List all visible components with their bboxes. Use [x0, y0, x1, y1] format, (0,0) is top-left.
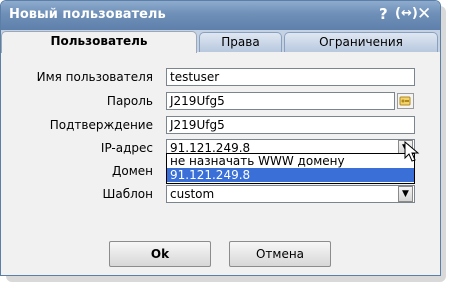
- dialog-title: Новый пользователь: [9, 7, 166, 22]
- confirm-label: Подтверждение: [49, 118, 153, 132]
- template-select[interactable]: custom: [166, 185, 415, 203]
- username-input[interactable]: testuser: [166, 68, 415, 86]
- password-input[interactable]: J219Ufg5: [166, 92, 395, 110]
- new-user-dialog: Новый пользователь ? (↔) ✕ Пользователь …: [0, 0, 441, 276]
- ip-address-label: IP-адрес: [100, 141, 153, 155]
- title-bar[interactable]: Новый пользователь ? (↔) ✕: [1, 1, 440, 30]
- cancel-button[interactable]: Отмена: [229, 241, 331, 267]
- tab-limits[interactable]: Ограничения: [284, 32, 438, 52]
- ip-dropdown-list: не назначать WWW домену 91.121.249.8: [166, 153, 415, 184]
- mouse-cursor-icon: [404, 141, 420, 162]
- template-dropdown-button[interactable]: ▼: [398, 186, 413, 202]
- ip-option-selected[interactable]: 91.121.249.8: [167, 168, 414, 182]
- generate-password-button[interactable]: [397, 93, 414, 109]
- template-label: Шаблон: [102, 187, 153, 201]
- ip-option-none[interactable]: не назначать WWW домену: [167, 154, 414, 168]
- key-icon: [399, 96, 411, 106]
- username-label: Имя пользователя: [36, 70, 153, 84]
- chevron-down-icon: ▼: [402, 189, 409, 199]
- confirm-password-input[interactable]: J219Ufg5: [166, 116, 415, 134]
- ok-button[interactable]: Ok: [109, 241, 211, 267]
- tab-user[interactable]: Пользователь: [1, 31, 197, 53]
- help-icon[interactable]: ?: [379, 4, 388, 24]
- resize-icon[interactable]: (↔): [395, 4, 418, 24]
- close-icon[interactable]: ✕: [417, 4, 431, 24]
- domain-label: Домен: [112, 164, 153, 178]
- tab-strip: Пользователь Права Ограничения: [1, 30, 440, 53]
- tab-rights[interactable]: Права: [199, 32, 282, 52]
- template-value: custom: [170, 187, 215, 201]
- password-label: Пароль: [106, 94, 153, 108]
